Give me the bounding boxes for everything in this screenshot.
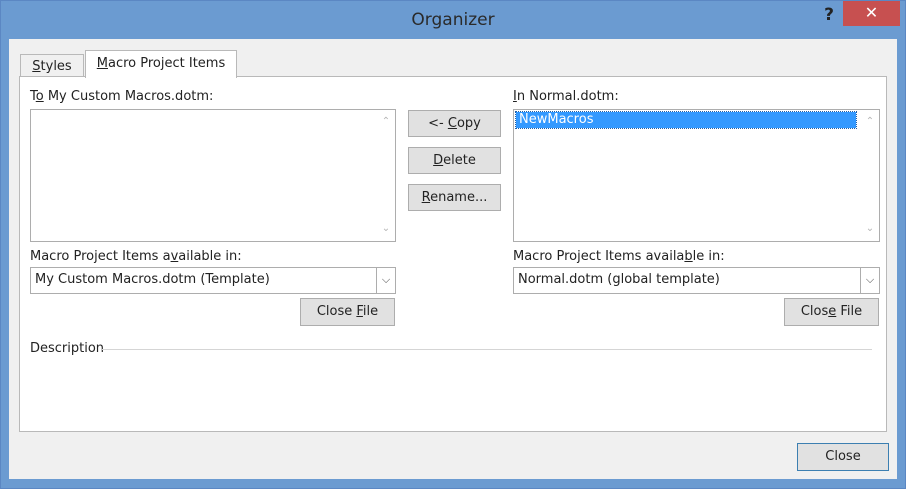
tab-macro-project-items[interactable]: Macro Project Items — [85, 50, 237, 78]
right-close-file-button[interactable]: Close File — [784, 298, 879, 326]
tab-panel: To My Custom Macros.dotm: ⌃ ⌄ Macro Proj… — [19, 76, 887, 432]
accelerator: M — [96, 56, 108, 71]
description-divider — [102, 349, 872, 350]
chevron-down-icon[interactable]: ⌵ — [376, 268, 395, 293]
right-available-select[interactable]: Normal.dotm (global template) ⌵ — [513, 267, 880, 294]
right-list-label: In Normal.dotm: — [513, 89, 619, 104]
description-label: Description — [30, 341, 105, 356]
left-list-scrollbar[interactable]: ⌃ ⌄ — [378, 110, 395, 241]
tab-styles[interactable]: Styles — [20, 54, 84, 78]
title-bar[interactable]: Organizer ? ✕ — [1, 1, 905, 39]
chevron-down-icon[interactable]: ⌵ — [860, 268, 879, 293]
left-available-select[interactable]: My Custom Macros.dotm (Template) ⌵ — [30, 267, 396, 294]
left-close-file-button[interactable]: Close File — [300, 298, 395, 326]
dialog-client: Styles Macro Project Items To My Custom … — [9, 39, 897, 479]
right-list-scrollbar[interactable]: ⌃ ⌄ — [862, 110, 879, 241]
accelerator: S — [32, 59, 41, 74]
left-available-label: Macro Project Items available in: — [30, 249, 242, 264]
copy-button[interactable]: <- Copy — [408, 110, 501, 137]
help-icon[interactable]: ? — [819, 5, 839, 25]
close-button[interactable]: Close — [797, 443, 889, 471]
left-items-list[interactable]: ⌃ ⌄ — [30, 109, 396, 242]
left-select-value: My Custom Macros.dotm (Template) — [35, 272, 270, 287]
scroll-down-icon[interactable]: ⌄ — [380, 223, 392, 235]
list-item[interactable]: NewMacros — [515, 111, 857, 129]
scroll-up-icon[interactable]: ⌃ — [380, 116, 392, 128]
right-items-list[interactable]: NewMacros ⌃ ⌄ — [513, 109, 880, 242]
left-list-label: To My Custom Macros.dotm: — [30, 89, 214, 104]
delete-button[interactable]: Delete — [408, 147, 501, 174]
rename-button[interactable]: Rename... — [408, 184, 501, 211]
scroll-up-icon[interactable]: ⌃ — [864, 116, 876, 128]
close-icon[interactable]: ✕ — [843, 1, 900, 26]
right-available-label: Macro Project Items available in: — [513, 249, 725, 264]
organizer-window: Organizer ? ✕ Styles Macro Project Items… — [0, 0, 906, 489]
right-select-value: Normal.dotm (global template) — [518, 272, 720, 287]
scroll-down-icon[interactable]: ⌄ — [864, 223, 876, 235]
window-title: Organizer — [411, 10, 495, 30]
